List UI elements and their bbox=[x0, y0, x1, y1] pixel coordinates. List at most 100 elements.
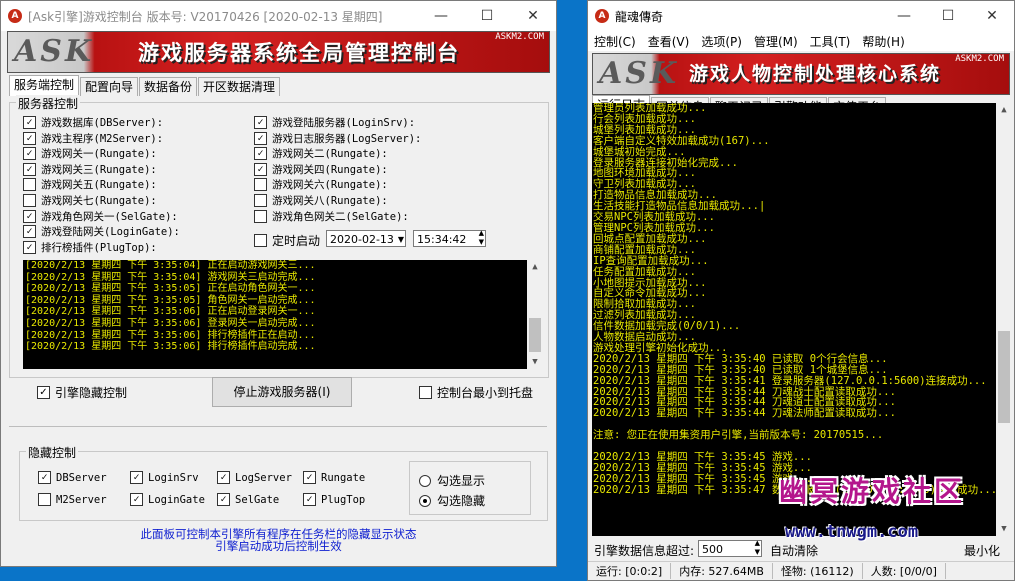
hidden-checkbox[interactable]: ✓ DBServer bbox=[38, 471, 107, 484]
menu-item-4[interactable]: 工具(T) bbox=[804, 33, 857, 50]
log-line: 客户端自定义特效加载成功(167)... bbox=[593, 134, 770, 147]
banner-logo: ASK bbox=[599, 56, 680, 91]
server-checkbox[interactable]: ✓ 游戏登陆网关(LoginGate): bbox=[23, 224, 180, 239]
close-button[interactable]: ✕ bbox=[970, 1, 1014, 31]
server-checkbox[interactable]: ✓ 游戏日志服务器(LogServer): bbox=[254, 131, 421, 146]
group-title: 隐藏控制 bbox=[26, 444, 79, 461]
close-button[interactable]: ✕ bbox=[510, 1, 556, 31]
server-checkbox[interactable]: 游戏网关五(Rungate): bbox=[23, 177, 157, 192]
log-limit-stepper[interactable]: 500 ▲ ▼ bbox=[698, 539, 762, 557]
log-line: [2020/2/13 星期四 下午 3:35:06] 登录网关一启动完成... bbox=[25, 317, 316, 329]
time-picker[interactable]: 15:34:42 ▲ ▼ bbox=[413, 229, 486, 247]
menu-item-0[interactable]: 控制(C) bbox=[588, 33, 642, 50]
server-checkbox[interactable]: 游戏网关八(Rungate): bbox=[254, 193, 388, 208]
scroll-thumb[interactable] bbox=[998, 331, 1010, 423]
scroll-thumb[interactable] bbox=[529, 318, 541, 352]
checkbox-box: ✓ bbox=[130, 493, 143, 506]
hidden-checkbox[interactable]: ✓ Rungate bbox=[303, 471, 365, 484]
menu-item-1[interactable]: 查看(V) bbox=[642, 33, 696, 50]
server-checkbox[interactable]: ✓ 游戏网关二(Rungate): bbox=[254, 146, 388, 161]
menu-item-2[interactable]: 选项(P) bbox=[695, 33, 748, 50]
banner: ASK 游戏服务器系统全局管理控制台 ASKM2.COM bbox=[7, 31, 550, 73]
window-title: 龍魂傳奇 bbox=[615, 9, 664, 24]
server-checkbox[interactable]: ✓ 游戏数据库(DBServer): bbox=[23, 115, 163, 130]
tab-0[interactable]: 服务端控制 bbox=[9, 75, 80, 96]
server-checkbox[interactable]: ✓ 游戏登陆服务器(LoginSrv): bbox=[254, 115, 415, 130]
radio-hide[interactable]: 勾选隐藏 bbox=[419, 492, 485, 509]
server-checkbox[interactable]: ✓ 游戏网关三(Rungate): bbox=[23, 162, 157, 177]
tab-3[interactable]: 开区数据清理 bbox=[198, 77, 281, 96]
title-bar: A [Ask引擎]游戏控制台 版本号: V20170426 [2020-02-1… bbox=[1, 1, 556, 31]
tray-checkbox[interactable]: 控制台最小到托盘 bbox=[419, 384, 533, 401]
server-checkbox[interactable]: 游戏网关六(Rungate): bbox=[254, 177, 388, 192]
bottom-label: 引擎数据信息超过: bbox=[594, 544, 695, 558]
tab-2[interactable]: 数据备份 bbox=[139, 77, 198, 96]
status-field: 运行: [0:0:2] bbox=[588, 563, 672, 579]
radio-hide-label: 勾选隐藏 bbox=[437, 494, 486, 508]
server-checkbox[interactable]: ✓ 游戏网关一(Rungate): bbox=[23, 146, 157, 161]
tab-bar: 服务端控制 配置向导 数据备份 开区数据清理 bbox=[9, 75, 556, 97]
hidden-checkbox[interactable]: ✓ LoginGate bbox=[130, 493, 205, 506]
footer-line-2: 引擎启动成功后控制生效 bbox=[215, 539, 342, 553]
server-checkbox[interactable]: ✓ 游戏角色网关一(SelGate): bbox=[23, 209, 178, 224]
maximize-button[interactable]: ☐ bbox=[926, 1, 970, 31]
checkbox-box: ✓ bbox=[23, 131, 36, 145]
log-line: 城堡城初始完成... bbox=[593, 145, 686, 158]
hidden-checkbox[interactable]: ✓ LoginSrv bbox=[130, 471, 199, 484]
banner-site: ASKM2.COM bbox=[955, 54, 1004, 64]
server-label: 游戏网关一(Rungate): bbox=[41, 148, 157, 161]
menu-item-5[interactable]: 帮助(H) bbox=[856, 33, 910, 50]
hidden-checkbox[interactable]: ✓ SelGate bbox=[217, 493, 279, 506]
checkbox-box: ✓ bbox=[37, 386, 50, 399]
log-line: 2020/2/13 星期四 下午 3:35:41 登录服务器(127.0.0.1… bbox=[593, 374, 987, 387]
log-scrollbar[interactable]: ▲ ▼ bbox=[527, 260, 543, 369]
server-checkbox[interactable]: ✓ 游戏网关四(Rungate): bbox=[254, 162, 388, 177]
banner: ASK 游戏人物控制处理核心系统 ASKM2.COM bbox=[592, 53, 1010, 95]
scroll-down-icon[interactable]: ▼ bbox=[527, 355, 543, 369]
date-picker[interactable]: 2020-02-13 ▼ bbox=[326, 230, 406, 247]
minimize-button[interactable]: — bbox=[882, 1, 926, 31]
log-line: 注意: 您正在使用集资用户引擎,当前版本号: 20170515... bbox=[593, 429, 884, 442]
server-checkbox[interactable]: ✓ 排行榜插件(PlugTop): bbox=[23, 240, 157, 255]
tab-1[interactable]: 配置向导 bbox=[80, 77, 139, 96]
timer-checkbox[interactable]: 定时启动 bbox=[254, 232, 320, 249]
hidden-label: DBServer bbox=[56, 471, 107, 484]
log-line: IP查询配置加载成功... bbox=[593, 254, 709, 267]
server-label: 游戏网关四(Rungate): bbox=[272, 163, 388, 176]
server-checkbox[interactable]: 游戏网关七(Rungate): bbox=[23, 193, 157, 208]
hidden-label: Rungate bbox=[321, 471, 366, 484]
app-icon: A bbox=[8, 9, 22, 23]
banner-site: ASKM2.COM bbox=[495, 32, 544, 42]
spin-icon[interactable]: ▲ ▼ bbox=[479, 229, 484, 247]
checkbox-box: ✓ bbox=[130, 471, 143, 484]
spin-icon[interactable]: ▲ ▼ bbox=[755, 539, 760, 557]
maximize-button[interactable]: ☐ bbox=[464, 1, 510, 31]
divider bbox=[9, 426, 547, 427]
banner-text: 游戏人物控制处理核心系统 bbox=[689, 63, 942, 85]
server-checkbox[interactable]: ✓ 游戏主程序(M2Server): bbox=[23, 131, 163, 146]
checkbox-box: ✓ bbox=[254, 147, 267, 161]
checkbox-box bbox=[254, 234, 267, 247]
menu-item-3[interactable]: 管理(M) bbox=[748, 33, 804, 50]
scroll-up-icon[interactable]: ▲ bbox=[996, 103, 1012, 117]
banner-logo: ASK bbox=[14, 34, 95, 69]
radio-show[interactable]: 勾选显示 bbox=[419, 472, 485, 489]
hide-engine-checkbox[interactable]: ✓ 引擎隐藏控制 bbox=[37, 384, 127, 401]
hidden-checkbox[interactable]: ✓ PlugTop bbox=[303, 493, 365, 506]
hidden-checkbox[interactable]: M2Server bbox=[38, 493, 107, 506]
log-limit-value: 500 bbox=[702, 543, 723, 556]
timer-label: 定时启动 bbox=[272, 234, 321, 248]
time-value: 15:34:42 bbox=[417, 233, 467, 246]
hide-engine-label: 引擎隐藏控制 bbox=[55, 386, 128, 400]
stop-server-button[interactable]: 停止游戏服务器(I) bbox=[212, 377, 352, 407]
footer-note: 此面板可控制本引擎所有程序在任务栏的隐藏显示状态 引擎启动成功后控制生效 bbox=[1, 528, 556, 552]
server-checkbox[interactable]: 游戏角色网关二(SelGate): bbox=[254, 209, 409, 224]
log-line: 任务配置加载成功... bbox=[593, 265, 696, 278]
chevron-down-icon[interactable]: ▼ bbox=[398, 231, 404, 248]
scroll-up-icon[interactable]: ▲ bbox=[527, 260, 543, 274]
date-value: 2020-02-13 bbox=[330, 233, 394, 246]
minimize-button[interactable]: — bbox=[418, 1, 464, 31]
status-bar: 运行: [0:0:2] 内存: 527.64MB 怪物: (16112) 人数: [0… bbox=[588, 561, 1014, 580]
menu-bar: 控制(C) 查看(V) 选项(P) 管理(M) 工具(T) 帮助(H) bbox=[588, 31, 1014, 51]
hidden-checkbox[interactable]: ✓ LogServer bbox=[217, 471, 292, 484]
